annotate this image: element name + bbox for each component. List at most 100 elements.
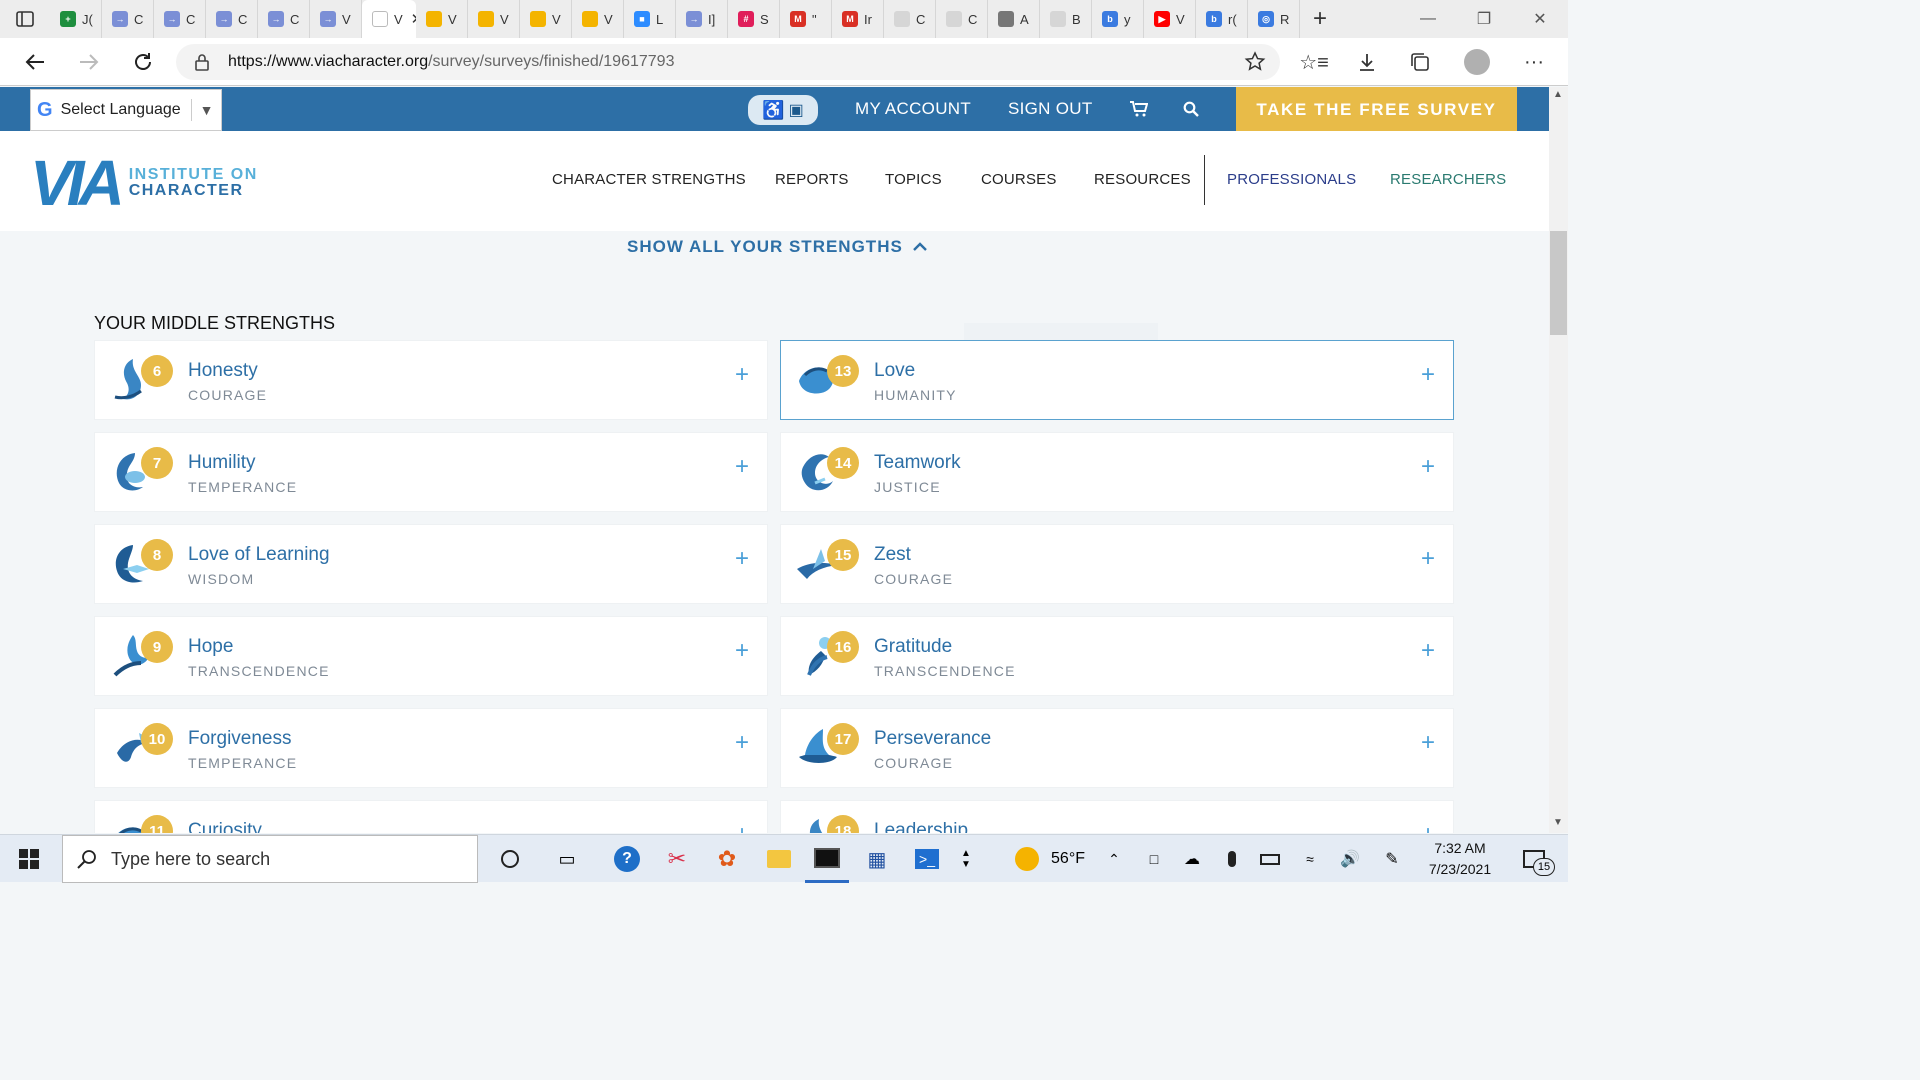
via-logo[interactable]: VIA INSTITUTE ON CHARACTER bbox=[30, 151, 258, 215]
browser-tab[interactable]: V✕ bbox=[362, 0, 416, 38]
taskbar-app-terminal[interactable] bbox=[805, 835, 849, 883]
settings-more-button[interactable]: ··· bbox=[1508, 38, 1560, 86]
expand-plus-icon[interactable]: + bbox=[1421, 361, 1435, 389]
start-button[interactable] bbox=[0, 835, 58, 883]
scroll-up-arrow[interactable]: ▲ bbox=[1553, 89, 1563, 100]
taskbar-search-box[interactable]: Type here to search bbox=[62, 835, 478, 883]
strength-card[interactable]: 16 Gratitude TRANSCENDENCE + bbox=[780, 616, 1454, 696]
search-icon[interactable] bbox=[1183, 87, 1199, 131]
expand-plus-icon[interactable]: + bbox=[1421, 453, 1435, 481]
expand-plus-icon[interactable]: + bbox=[1421, 821, 1435, 833]
profile-button[interactable] bbox=[1451, 38, 1503, 86]
browser-tab[interactable]: V bbox=[416, 0, 468, 38]
nav-professionals[interactable]: PROFESSIONALS bbox=[1227, 131, 1356, 227]
browser-tab[interactable]: M " bbox=[780, 0, 832, 38]
minimize-button[interactable]: — bbox=[1400, 0, 1456, 38]
address-bar[interactable]: https://www.viacharacter.org/survey/surv… bbox=[176, 44, 1280, 80]
forward-button[interactable] bbox=[62, 38, 116, 86]
scrollbar-thumb[interactable] bbox=[1550, 231, 1567, 335]
strength-card[interactable]: 11 Curiosity + bbox=[94, 800, 768, 833]
expand-plus-icon[interactable]: + bbox=[735, 545, 749, 573]
task-view-button[interactable]: ▭ bbox=[545, 835, 589, 883]
language-select[interactable]: G Select Language ▼ bbox=[30, 89, 222, 131]
expand-plus-icon[interactable]: + bbox=[1421, 637, 1435, 665]
browser-tab[interactable]: → C bbox=[258, 0, 310, 38]
page-scrollbar[interactable]: ▲ ▼ bbox=[1549, 87, 1568, 833]
browser-tab[interactable]: A bbox=[988, 0, 1040, 38]
nav-researchers[interactable]: RESEARCHERS bbox=[1390, 131, 1506, 227]
browser-tab[interactable]: C bbox=[936, 0, 988, 38]
favorites-button[interactable]: ☆≡ bbox=[1288, 38, 1340, 86]
microphone-icon[interactable] bbox=[1218, 835, 1246, 883]
taskbar-app-powershell[interactable]: >_ bbox=[905, 835, 949, 883]
system-clock[interactable]: 7:32 AM 7/23/2021 bbox=[1418, 838, 1502, 880]
nav-character-strengths[interactable]: CHARACTER STRENGTHS bbox=[552, 131, 746, 227]
strength-card[interactable]: 17 Perseverance COURAGE + bbox=[780, 708, 1454, 788]
strength-card[interactable]: 14 Teamwork JUSTICE + bbox=[780, 432, 1454, 512]
weather-widget[interactable]: 56°F bbox=[1008, 835, 1092, 883]
add-favorite-icon[interactable] bbox=[1244, 51, 1266, 73]
browser-tab[interactable]: + J( bbox=[50, 0, 102, 38]
strength-card[interactable]: 13 Love HUMANITY + bbox=[780, 340, 1454, 420]
my-account-link[interactable]: MY ACCOUNT bbox=[855, 87, 971, 131]
strength-card[interactable]: 18 Leadership + bbox=[780, 800, 1454, 833]
browser-tab[interactable]: → C bbox=[206, 0, 258, 38]
wifi-icon[interactable]: ≈ bbox=[1296, 835, 1324, 883]
tab-actions-button[interactable] bbox=[0, 0, 50, 38]
strength-card[interactable]: 15 Zest COURAGE + bbox=[780, 524, 1454, 604]
cortana-button[interactable] bbox=[488, 835, 532, 883]
browser-tab[interactable]: # S bbox=[728, 0, 780, 38]
browser-tab[interactable]: V bbox=[468, 0, 520, 38]
browser-tab[interactable]: → C bbox=[102, 0, 154, 38]
browser-tab[interactable]: V bbox=[520, 0, 572, 38]
battery-icon[interactable] bbox=[1256, 835, 1284, 883]
close-window-button[interactable]: ✕ bbox=[1512, 0, 1568, 38]
expand-plus-icon[interactable]: + bbox=[735, 821, 749, 833]
taskbar-app-explorer[interactable] bbox=[757, 835, 801, 883]
cart-icon[interactable] bbox=[1130, 87, 1148, 131]
browser-tab[interactable]: B bbox=[1040, 0, 1092, 38]
expand-plus-icon[interactable]: + bbox=[735, 729, 749, 757]
meet-now-icon[interactable]: □ bbox=[1140, 835, 1168, 883]
sign-out-link[interactable]: SIGN OUT bbox=[1008, 87, 1093, 131]
show-all-strengths-toggle[interactable]: SHOW ALL YOUR STRENGTHS bbox=[627, 237, 927, 257]
collections-button[interactable] bbox=[1394, 38, 1446, 86]
strength-card[interactable]: 8 Love of Learning WISDOM + bbox=[94, 524, 768, 604]
strength-card[interactable]: 10 Forgiveness TEMPERANCE + bbox=[94, 708, 768, 788]
onedrive-icon[interactable]: ☁ bbox=[1178, 835, 1206, 883]
browser-tab[interactable]: → V bbox=[310, 0, 362, 38]
new-tab-button[interactable]: + bbox=[1300, 0, 1340, 38]
expand-plus-icon[interactable]: + bbox=[1421, 545, 1435, 573]
browser-tab[interactable]: b r( bbox=[1196, 0, 1248, 38]
strength-card[interactable]: 6 Honesty COURAGE + bbox=[94, 340, 768, 420]
taskbar-app-help[interactable]: ? bbox=[605, 835, 649, 883]
reload-button[interactable] bbox=[116, 38, 170, 86]
taskbar-app-network[interactable]: ▦ bbox=[855, 835, 899, 883]
back-button[interactable] bbox=[8, 38, 62, 86]
browser-tab[interactable]: C bbox=[884, 0, 936, 38]
nav-courses[interactable]: COURSES bbox=[981, 131, 1057, 227]
taskbar-app-snip[interactable]: ✂ bbox=[655, 835, 699, 883]
nav-topics[interactable]: TOPICS bbox=[885, 131, 942, 227]
pen-icon[interactable]: ✎ bbox=[1378, 835, 1406, 883]
browser-tab[interactable]: → C bbox=[154, 0, 206, 38]
restore-button[interactable]: ❐ bbox=[1456, 0, 1512, 38]
taskbar-scroll[interactable]: ▲ ▼ bbox=[955, 835, 977, 883]
nav-reports[interactable]: REPORTS bbox=[775, 131, 849, 227]
browser-tab[interactable]: ■ L bbox=[624, 0, 676, 38]
browser-tab[interactable]: by bbox=[1092, 0, 1144, 38]
browser-tab[interactable]: V bbox=[572, 0, 624, 38]
accessibility-button[interactable]: ♿ ▣ bbox=[748, 95, 818, 125]
downloads-button[interactable] bbox=[1341, 38, 1393, 86]
taskbar-app-paint[interactable]: ✿ bbox=[705, 835, 749, 883]
expand-plus-icon[interactable]: + bbox=[735, 637, 749, 665]
scroll-down-arrow[interactable]: ▼ bbox=[1553, 817, 1563, 828]
strength-card[interactable]: 7 Humility TEMPERANCE + bbox=[94, 432, 768, 512]
browser-tab[interactable]: ◎ R bbox=[1248, 0, 1300, 38]
browser-tab[interactable]: ▶ V bbox=[1144, 0, 1196, 38]
expand-plus-icon[interactable]: + bbox=[735, 361, 749, 389]
notification-center[interactable]: 15 bbox=[1512, 835, 1556, 883]
take-free-survey-button[interactable]: TAKE THE FREE SURVEY bbox=[1236, 87, 1517, 133]
browser-tab[interactable]: M Ir bbox=[832, 0, 884, 38]
show-hidden-icons[interactable]: ⌃ bbox=[1100, 835, 1128, 883]
